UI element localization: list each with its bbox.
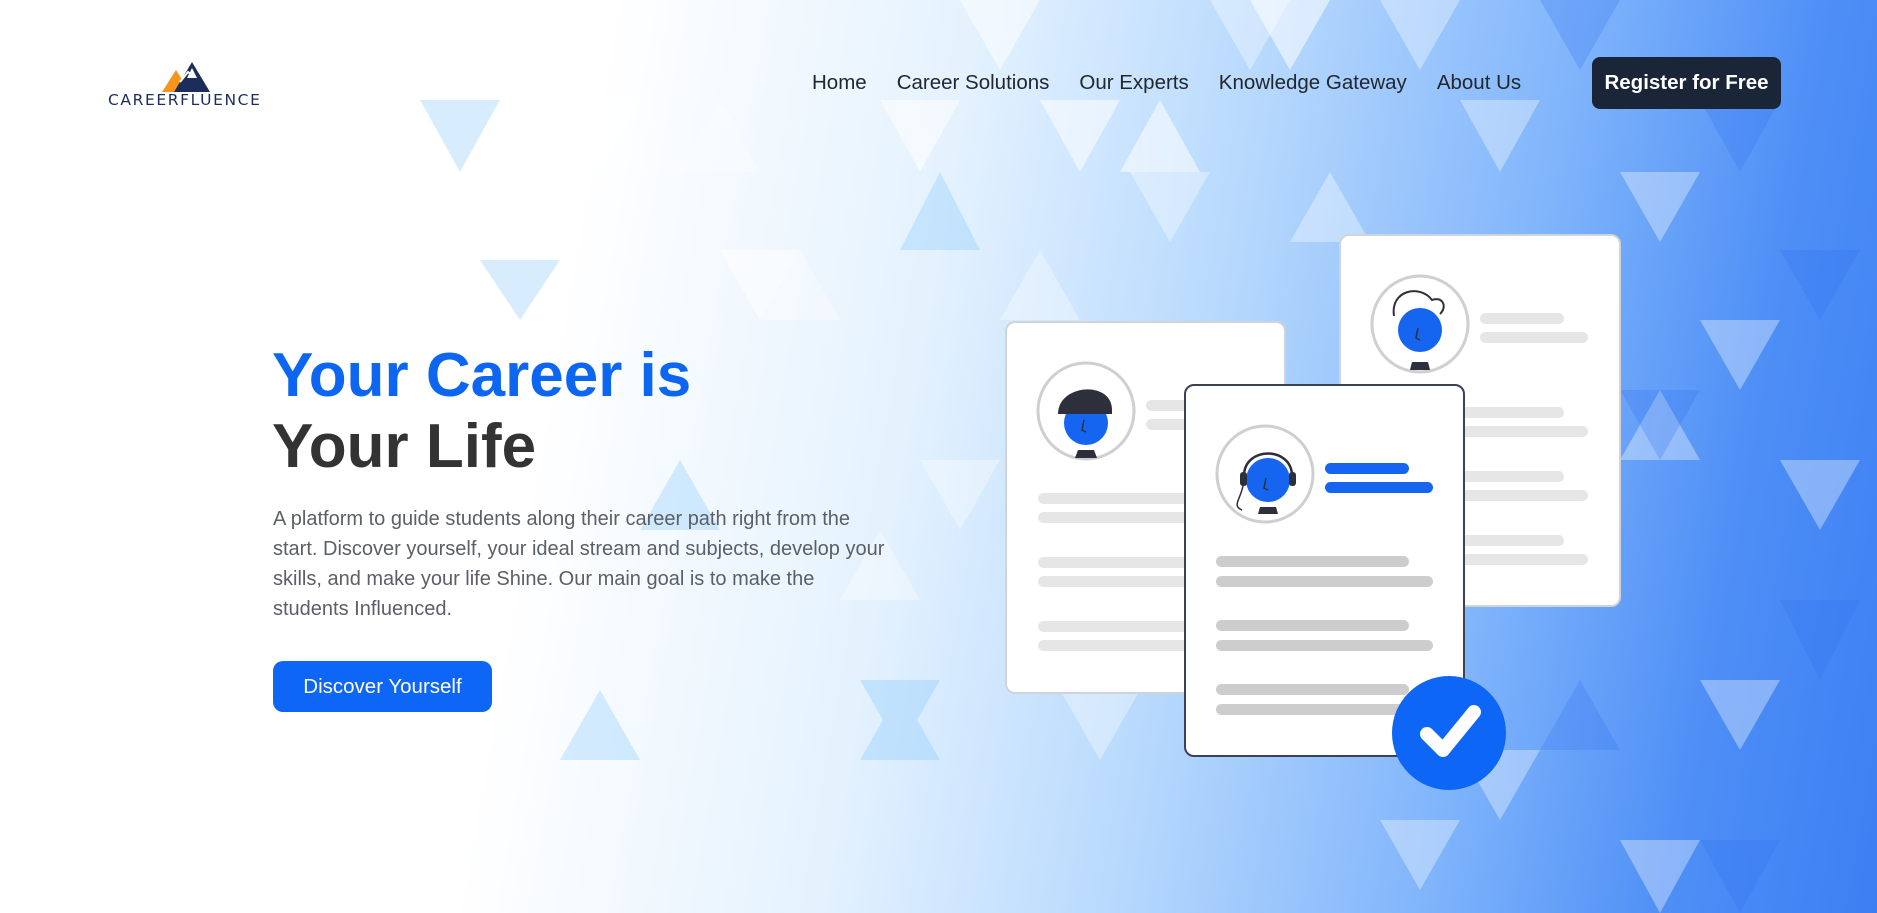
hero-title-line2: Your Life bbox=[272, 412, 537, 481]
brand-name: CAREERFLUENCE bbox=[108, 91, 262, 109]
nav-career-solutions[interactable]: Career Solutions bbox=[897, 71, 1050, 95]
nav-about-us[interactable]: About Us bbox=[1437, 71, 1521, 95]
hero-title: Your Career is Your Life bbox=[272, 340, 691, 482]
hero-description: A platform to guide students along their… bbox=[273, 508, 885, 620]
mountain-logo-icon bbox=[162, 62, 210, 92]
site-header: CAREERFLUENCE Home Career Solutions Our … bbox=[0, 0, 1877, 166]
landing-page: CAREERFLUENCE Home Career Solutions Our … bbox=[0, 0, 1877, 913]
discover-yourself-button[interactable]: Discover Yourself bbox=[273, 661, 492, 712]
nav-knowledge-gateway[interactable]: Knowledge Gateway bbox=[1219, 71, 1407, 95]
nav-home[interactable]: Home bbox=[812, 71, 867, 95]
register-button[interactable]: Register for Free bbox=[1592, 57, 1781, 109]
nav-our-experts[interactable]: Our Experts bbox=[1079, 71, 1188, 95]
hero-title-line1: Your Career is bbox=[272, 341, 692, 410]
main-nav: Home Career Solutions Our Experts Knowle… bbox=[812, 57, 1551, 109]
brand-logo[interactable]: CAREERFLUENCE bbox=[108, 58, 268, 112]
